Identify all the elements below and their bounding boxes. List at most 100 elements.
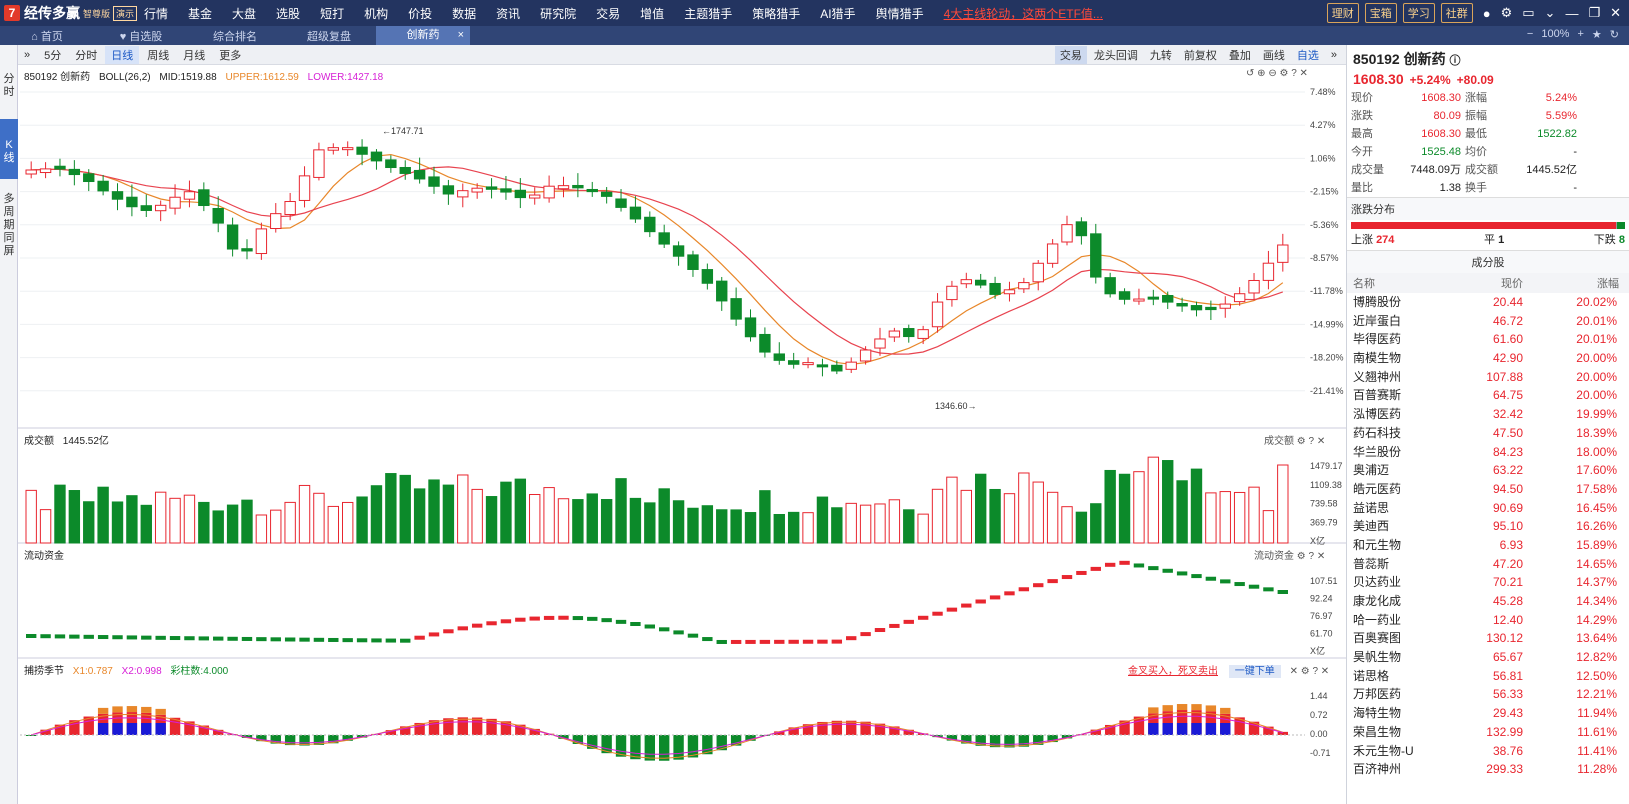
stock-name: 诺思格 [1353, 668, 1390, 683]
candle [428, 176, 440, 187]
stock-price: 132.99 [1486, 724, 1523, 739]
candle [198, 189, 210, 207]
constituent-row[interactable]: 奥浦迈 63.22 17.60% [1347, 461, 1629, 480]
close-icon[interactable]: ✕ [1610, 5, 1621, 21]
flow-mark [1277, 590, 1288, 594]
candle [169, 196, 181, 209]
volume-name: 成交额 [24, 436, 54, 447]
constituent-row[interactable]: 普蕊斯 47.20 14.65% [1347, 555, 1629, 574]
stock-price: 47.20 [1492, 556, 1523, 571]
one-click-order-button[interactable]: 一键下单 [1228, 665, 1281, 678]
price-axis-label: -21.41% [1310, 386, 1344, 396]
legend-boll[interactable]: BOLL(26,2) [99, 72, 151, 83]
stock-name: 益诺思 [1353, 500, 1390, 515]
quote-value: 1608.30 [1421, 92, 1461, 104]
volume-bar [284, 501, 296, 544]
constituent-row[interactable]: 南模生物 42.90 20.00% [1347, 349, 1629, 368]
flow-mark [903, 619, 914, 624]
constituent-row[interactable]: 泓博医药 32.42 19.99% [1347, 405, 1629, 424]
constituent-row[interactable]: 荣昌生物 132.99 11.61% [1347, 723, 1629, 742]
flow-mark [169, 636, 181, 641]
volume-bar [97, 486, 109, 544]
gear-icon[interactable]: ⚙ [1501, 5, 1513, 21]
kline-chart-area[interactable]: 7.48% 4.27% 1.06% -2.15% -5.36% -8.57% -11.78%… [0, 0, 1346, 804]
flow-mark [802, 639, 814, 644]
flow-mark [1234, 582, 1245, 587]
volume-bar [1262, 510, 1275, 544]
flow-mark [198, 636, 210, 641]
indicator-color-bar [1148, 723, 1159, 735]
indicator-color-bar [1205, 723, 1217, 735]
volume-bar [385, 473, 397, 544]
header-price[interactable]: 现价 [1449, 275, 1533, 291]
constituent-row[interactable]: 华兰股份 84.23 18.00% [1347, 443, 1629, 462]
constituent-row[interactable]: 百奥赛图 130.12 13.64% [1347, 629, 1629, 648]
candle [313, 149, 325, 178]
study-button[interactable]: 学习 [1402, 3, 1435, 23]
price-axis-label: -5.36% [1310, 220, 1339, 230]
community-button[interactable]: 社群 [1440, 3, 1473, 23]
constituent-row[interactable]: 近岸蛋白 46.72 20.01% [1347, 312, 1629, 331]
constituent-row[interactable]: 和元生物 6.93 15.89% [1347, 536, 1629, 555]
header-change[interactable]: 涨幅 [1533, 275, 1619, 291]
indicator-color-bar [141, 723, 152, 735]
stock-change: 12.21% [1576, 687, 1617, 702]
flow-pane-tools[interactable]: 流动资金 ⚙ ? ✕ [1254, 547, 1325, 562]
constituent-row[interactable]: 美迪西 95.10 16.26% [1347, 517, 1629, 536]
flow-mark [932, 611, 943, 616]
volume-bar [198, 501, 210, 544]
constituent-row[interactable]: 百济神州 299.33 11.28% [1347, 760, 1629, 779]
quote-code-name: 850192 创新药 ⓘ [1353, 49, 1623, 69]
volume-bar [529, 494, 541, 544]
constituent-row[interactable]: 毕得医药 61.60 20.01% [1347, 330, 1629, 349]
main-pane-tools[interactable]: ↺ ⊕ ⊖ ⚙ ? ✕ [1246, 68, 1308, 79]
star-icon[interactable]: ★ [1592, 28, 1602, 41]
zoom-in-icon[interactable]: + [1577, 28, 1583, 41]
constituent-row[interactable]: 康龙化成 45.28 14.34% [1347, 592, 1629, 611]
constituent-row[interactable]: 皓元医药 94.50 17.58% [1347, 480, 1629, 499]
candle [111, 191, 124, 200]
restore-icon[interactable]: ❐ [1588, 5, 1600, 21]
constituent-row[interactable]: 万邦医药 56.33 12.21% [1347, 685, 1629, 704]
chevron-down-icon[interactable]: ⌄ [1545, 5, 1556, 21]
flow-mark [155, 635, 166, 640]
constituent-row[interactable]: 哈一药业 12.40 14.29% [1347, 611, 1629, 630]
volume-bar [1277, 464, 1289, 544]
price-axis-label: 7.48% [1310, 87, 1336, 97]
stock-change: 11.28% [1577, 762, 1617, 777]
constituent-row[interactable]: 海特生物 29.43 11.94% [1347, 704, 1629, 723]
candle [874, 338, 886, 349]
flow-mark [227, 636, 238, 641]
candle [816, 364, 829, 368]
constituent-row[interactable]: 百普赛斯 64.75 20.00% [1347, 386, 1629, 405]
stock-name: 哈一药业 [1353, 612, 1402, 627]
header-name[interactable]: 名称 [1353, 275, 1449, 291]
golden-cross-link[interactable]: 金叉买入，死叉卖出 [1128, 666, 1218, 677]
info-icon[interactable]: ⓘ [1450, 55, 1461, 67]
indicator-pane-icons[interactable]: ✕ ⚙ ? ✕ [1290, 666, 1330, 677]
minimize-icon[interactable]: — [1565, 6, 1578, 21]
flow-mark [601, 618, 612, 623]
candle [514, 189, 527, 199]
treasure-button[interactable]: 宝箱 [1364, 3, 1397, 23]
constituent-row[interactable]: 益诺思 90.69 16.45% [1347, 499, 1629, 518]
zoom-out-icon[interactable]: − [1527, 28, 1533, 41]
quote-label: 振幅 [1465, 110, 1487, 122]
up-label: 上涨 [1351, 234, 1373, 246]
window-icon[interactable]: ▭ [1522, 5, 1534, 21]
constituent-row[interactable]: 诺思格 56.81 12.50% [1347, 667, 1629, 686]
volume-value: 1445.52亿 [62, 436, 109, 447]
flow-axis-label: 107.51 [1310, 576, 1338, 586]
user-icon[interactable]: ● [1483, 6, 1491, 21]
constituent-row[interactable]: 药石科技 47.50 18.39% [1347, 424, 1629, 443]
constituent-row[interactable]: 义翘神州 107.88 20.00% [1347, 368, 1629, 387]
constituent-row[interactable]: 博腾股份 20.44 20.02% [1347, 293, 1629, 312]
constituent-row[interactable]: 昊帆生物 65.67 12.82% [1347, 648, 1629, 667]
flow-mark [1191, 574, 1202, 579]
volume-pane-tools[interactable]: 成交额 ⚙ ? ✕ [1264, 432, 1325, 447]
zoom-level: 100% [1541, 28, 1570, 40]
stock-price: 45.28 [1492, 594, 1523, 608]
constituent-row[interactable]: 禾元生物-U 38.76 11.41% [1347, 742, 1629, 761]
constituent-row[interactable]: 贝达药业 70.21 14.37% [1347, 573, 1629, 592]
refresh-icon[interactable]: ↻ [1610, 28, 1619, 41]
